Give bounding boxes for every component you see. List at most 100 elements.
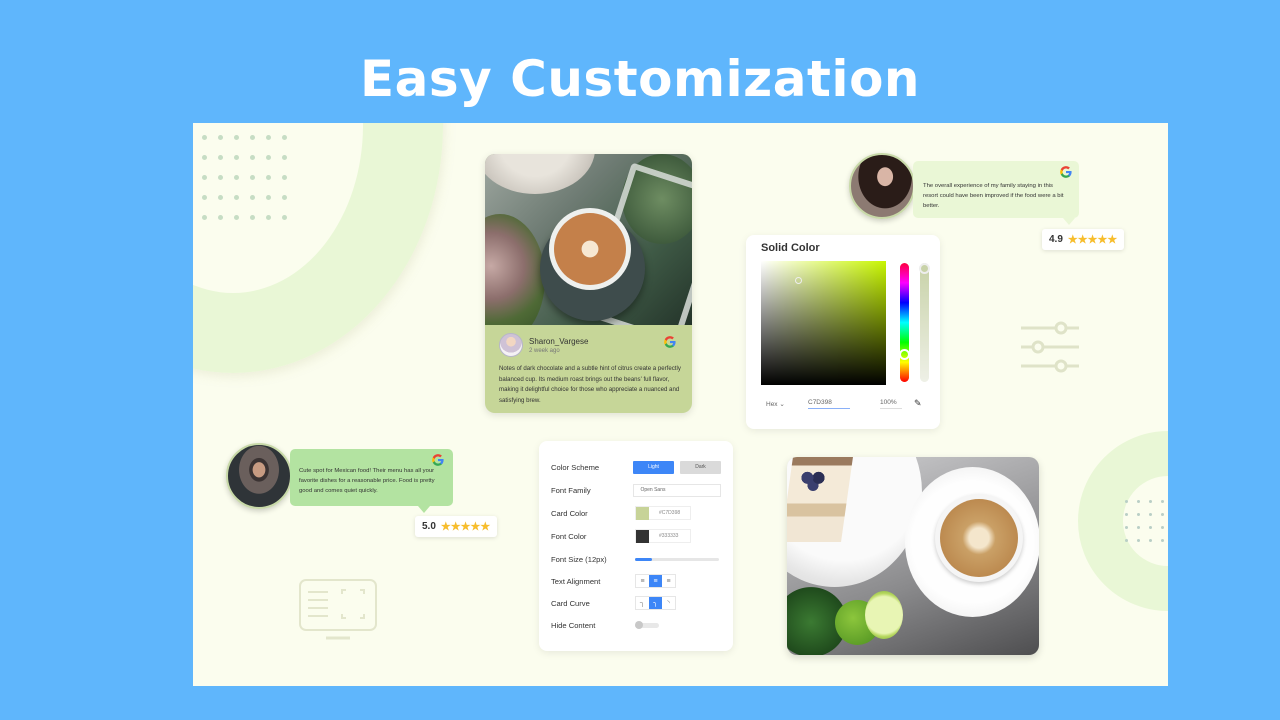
- review-text: Notes of dark chocolate and a subtle hin…: [499, 365, 681, 404]
- dot: [282, 215, 287, 220]
- dot: [282, 175, 287, 180]
- corner-medium-icon[interactable]: ╮: [649, 597, 662, 609]
- dot: [250, 155, 255, 160]
- dot: [202, 215, 207, 220]
- saturation-value-area[interactable]: [761, 261, 886, 385]
- dot: [1137, 500, 1140, 503]
- google-icon: [1060, 166, 1072, 178]
- slider-fill: [635, 557, 652, 561]
- google-icon: [664, 336, 676, 348]
- color-mode-select[interactable]: Hex ⌄: [766, 400, 798, 408]
- font-color-input[interactable]: #333333: [635, 529, 691, 543]
- reviewer-name: Sharon_Vargese: [529, 337, 589, 346]
- dot: [266, 155, 271, 160]
- dot: [250, 215, 255, 220]
- dot: [1161, 539, 1164, 542]
- dot: [1161, 526, 1164, 529]
- corner-square-icon[interactable]: ┐: [636, 597, 649, 609]
- reviewer: Sharon_Vargese 2 week ago: [499, 333, 588, 357]
- dot: [282, 135, 287, 140]
- dot: [218, 175, 223, 180]
- star-icons: ★★★★★: [440, 521, 491, 533]
- dot: [1125, 526, 1128, 529]
- dot: [218, 215, 223, 220]
- google-icon: [432, 454, 444, 466]
- dot: [234, 215, 239, 220]
- toggle-knob: [635, 620, 643, 629]
- dot: [1161, 500, 1164, 503]
- dot: [202, 135, 207, 140]
- align-center-icon[interactable]: ≡: [649, 575, 662, 587]
- card-color-input[interactable]: #C7D398: [635, 506, 691, 520]
- dot: [234, 195, 239, 200]
- font-family-input[interactable]: Open Sans: [633, 483, 721, 497]
- monitor-icon: [299, 579, 377, 640]
- page-title: Easy Customization: [359, 50, 921, 108]
- setting-color-scheme: Color Scheme Light Dark: [551, 459, 721, 475]
- photo-review-card[interactable]: Sharon_Vargese 2 week ago Notes of dark …: [485, 154, 692, 413]
- dot: [266, 195, 271, 200]
- dot: [1137, 513, 1140, 516]
- dark-scheme-button[interactable]: Dark: [680, 460, 721, 474]
- dot: [202, 155, 207, 160]
- dot: [234, 175, 239, 180]
- avatar: [499, 333, 523, 357]
- review-time: 2 week ago: [529, 348, 560, 354]
- dot: [250, 175, 255, 180]
- reviewer-photo: [226, 443, 292, 509]
- decorative-dots: [202, 135, 298, 235]
- setting-font-family: Font Family Open Sans: [551, 482, 721, 498]
- dot: [1125, 500, 1128, 503]
- font-color-swatch[interactable]: [636, 529, 649, 543]
- dot: [266, 135, 271, 140]
- dot: [1149, 526, 1152, 529]
- showcase-canvas: Sharon_Vargese 2 week ago Notes of dark …: [193, 123, 1168, 686]
- dot: [1149, 500, 1152, 503]
- hue-slider[interactable]: [900, 263, 909, 382]
- dot: [250, 195, 255, 200]
- hex-input[interactable]: C7D398: [808, 399, 850, 409]
- alpha-slider[interactable]: [920, 263, 929, 382]
- reviewer-photo: [849, 153, 915, 219]
- review-text: Cute spot for Mexican food! Their menu h…: [290, 449, 453, 513]
- align-right-icon[interactable]: ≡: [662, 575, 675, 587]
- latte-art-photo: [485, 154, 692, 325]
- setting-card-curve: Card Curve ┐ ╮ ◝: [551, 595, 721, 611]
- review-text: The overall experience of my family stay…: [913, 161, 1079, 225]
- hue-handle[interactable]: [899, 349, 910, 360]
- alpha-handle[interactable]: [919, 263, 930, 274]
- setting-text-alignment: Text Alignment ≡ ≡ ≡: [551, 573, 721, 589]
- hide-content-toggle[interactable]: [635, 620, 659, 629]
- font-size-slider[interactable]: [635, 557, 719, 561]
- dot: [218, 135, 223, 140]
- eyedropper-icon[interactable]: ✎: [914, 398, 922, 409]
- sliders-icon: [1021, 321, 1079, 373]
- color-picker: Solid Color Hex ⌄ C7D398 100% ✎: [746, 235, 940, 429]
- dot: [218, 195, 223, 200]
- dot: [1149, 539, 1152, 542]
- align-left-icon[interactable]: ≡: [636, 575, 649, 587]
- dot: [1161, 513, 1164, 516]
- dot: [218, 155, 223, 160]
- dot: [234, 155, 239, 160]
- alpha-input[interactable]: 100%: [880, 399, 902, 409]
- decorative-dots: [1125, 500, 1168, 552]
- dot: [266, 215, 271, 220]
- dot: [282, 195, 287, 200]
- rating-value: 5.0: [422, 521, 436, 532]
- rating-value: 4.9: [1049, 234, 1063, 245]
- card-color-swatch[interactable]: [636, 506, 649, 520]
- setting-hide-content: Hide Content: [551, 617, 721, 633]
- sv-handle[interactable]: [795, 277, 802, 284]
- dot: [202, 195, 207, 200]
- rating-badge: 4.9 ★★★★★: [1042, 229, 1125, 250]
- corner-round-icon[interactable]: ◝: [662, 597, 675, 609]
- light-scheme-button[interactable]: Light: [633, 460, 674, 474]
- dot: [250, 135, 255, 140]
- star-icons: ★★★★★: [1067, 234, 1118, 246]
- dot: [1149, 513, 1152, 516]
- setting-font-color: Font Color #333333: [551, 528, 721, 544]
- dot: [1137, 526, 1140, 529]
- settings-panel: Color Scheme Light Dark Font Family Open…: [539, 441, 733, 651]
- dot: [1125, 513, 1128, 516]
